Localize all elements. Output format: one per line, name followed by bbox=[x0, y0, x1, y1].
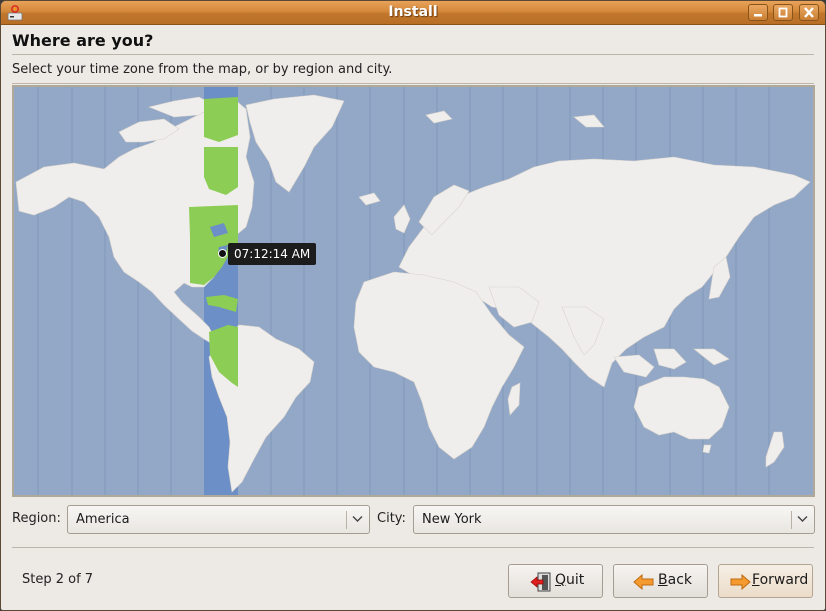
city-label: City: bbox=[377, 511, 406, 526]
forward-label: Forward bbox=[752, 572, 808, 588]
close-button[interactable] bbox=[799, 4, 819, 21]
divider bbox=[12, 83, 814, 84]
forward-label-rest: orward bbox=[759, 572, 809, 588]
quit-label: Quit bbox=[555, 572, 584, 588]
window-title: Install bbox=[388, 4, 438, 20]
title-bar[interactable]: Install bbox=[1, 1, 825, 25]
maximize-button[interactable] bbox=[773, 4, 793, 21]
quit-mnemonic: Q bbox=[555, 572, 567, 588]
region-label: Region: bbox=[12, 511, 61, 526]
world-map[interactable] bbox=[14, 87, 813, 495]
arrow-right-icon bbox=[730, 574, 751, 590]
arrow-left-icon bbox=[633, 574, 654, 590]
continents bbox=[15, 94, 811, 493]
chevron-down-icon bbox=[797, 516, 808, 522]
page-instructions: Select your time zone from the map, or b… bbox=[12, 62, 393, 77]
minimize-icon bbox=[754, 14, 762, 17]
back-button[interactable]: Back bbox=[613, 564, 708, 598]
divider bbox=[12, 54, 814, 55]
back-mnemonic: B bbox=[658, 572, 668, 588]
forward-mnemonic: F bbox=[752, 572, 760, 588]
dropdown-divider bbox=[791, 511, 792, 529]
page-title: Where are you? bbox=[12, 31, 154, 50]
timezone-time-tooltip: 07:12:14 AM bbox=[228, 243, 317, 265]
exit-door-icon bbox=[530, 572, 551, 592]
region-dropdown[interactable]: America bbox=[67, 505, 370, 534]
minimize-button[interactable] bbox=[748, 4, 768, 21]
maximize-icon bbox=[778, 7, 788, 18]
step-indicator: Step 2 of 7 bbox=[22, 572, 94, 587]
close-icon bbox=[804, 7, 814, 18]
region-value: America bbox=[76, 512, 130, 527]
install-window: Install Where are you? Select your time … bbox=[0, 0, 826, 611]
timezone-map[interactable] bbox=[12, 85, 815, 497]
city-marker[interactable] bbox=[218, 249, 227, 258]
chevron-down-icon bbox=[352, 516, 363, 522]
back-label: Back bbox=[658, 572, 692, 588]
divider bbox=[12, 547, 814, 548]
dropdown-divider bbox=[346, 511, 347, 529]
back-label-rest: ack bbox=[667, 572, 692, 588]
city-dropdown[interactable]: New York bbox=[413, 505, 815, 534]
quit-label-rest: uit bbox=[566, 572, 585, 588]
city-value: New York bbox=[422, 512, 482, 527]
quit-button[interactable]: Quit bbox=[508, 564, 603, 598]
forward-button[interactable]: Forward bbox=[718, 564, 813, 598]
